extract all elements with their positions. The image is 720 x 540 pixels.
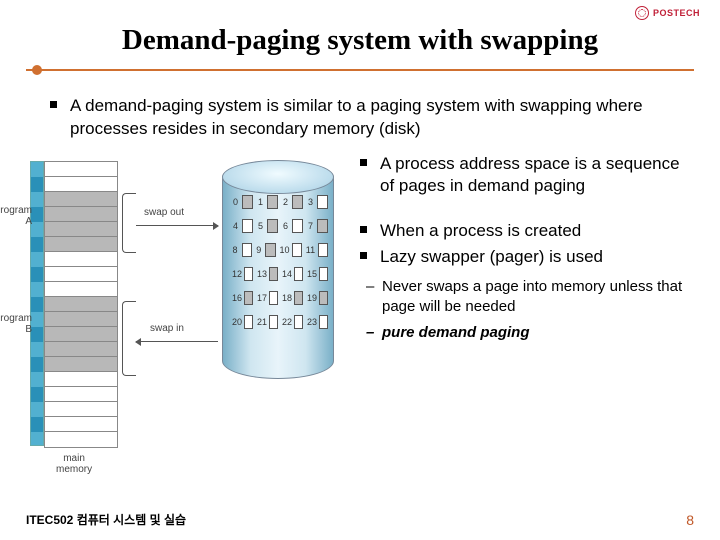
bullet-process-created: When a process is created bbox=[360, 220, 692, 242]
slide-title: Demand-paging system with swapping bbox=[26, 24, 694, 57]
brand-name: POSTECH bbox=[653, 8, 700, 18]
program-a-label: program A bbox=[0, 205, 32, 227]
memory-stripe bbox=[30, 161, 44, 446]
disk-page-grid: 0123 4567 891011 12131415 16171819 20212… bbox=[232, 195, 328, 339]
rule-line bbox=[26, 69, 694, 71]
swap-in-arrow-icon bbox=[136, 341, 218, 343]
dash-icon: – bbox=[366, 277, 374, 297]
sub-pure-demand-paging: – pure demand paging bbox=[360, 323, 692, 343]
bracket-a bbox=[122, 193, 136, 253]
postech-seal-icon bbox=[635, 6, 649, 20]
bullet-square-icon bbox=[360, 252, 367, 259]
bullet-square-icon bbox=[360, 226, 367, 233]
intro-text: A demand-paging system is similar to a p… bbox=[70, 96, 643, 138]
swap-figure: program A program B swap out swap in 012… bbox=[22, 153, 352, 473]
bullet-square-icon bbox=[360, 159, 367, 166]
program-b-label: program B bbox=[0, 313, 32, 335]
swap-in-label: swap in bbox=[150, 323, 184, 334]
title-rule bbox=[26, 67, 694, 73]
intro-bullet: A demand-paging system is similar to a p… bbox=[50, 95, 684, 141]
bullet-lazy-swapper: Lazy swapper (pager) is used bbox=[360, 246, 692, 268]
right-column: A process address space is a sequence of… bbox=[352, 153, 694, 473]
disk-top-icon bbox=[222, 160, 334, 194]
swap-out-label: swap out bbox=[144, 207, 184, 218]
sub-never-swaps: – Never swaps a page into memory unless … bbox=[360, 277, 692, 318]
brand-logo: POSTECH bbox=[635, 6, 700, 20]
bullet-address-space: A process address space is a sequence of… bbox=[360, 153, 692, 198]
page-number: 8 bbox=[686, 512, 694, 528]
main-memory-column bbox=[44, 161, 118, 448]
swap-out-arrow-icon bbox=[136, 225, 218, 227]
memory-stack bbox=[44, 161, 118, 448]
dash-icon: – bbox=[366, 323, 374, 343]
slide: POSTECH Demand-paging system with swappi… bbox=[0, 0, 720, 540]
body-row: program A program B swap out swap in 012… bbox=[26, 153, 694, 473]
footer: ITEC502 컴퓨터 시스템 및 실습 8 bbox=[26, 511, 694, 528]
bracket-b bbox=[122, 301, 136, 376]
main-memory-caption: main memory bbox=[56, 453, 92, 475]
bullet-square-icon bbox=[50, 101, 57, 108]
course-code: ITEC502 컴퓨터 시스템 및 실습 bbox=[26, 511, 186, 528]
